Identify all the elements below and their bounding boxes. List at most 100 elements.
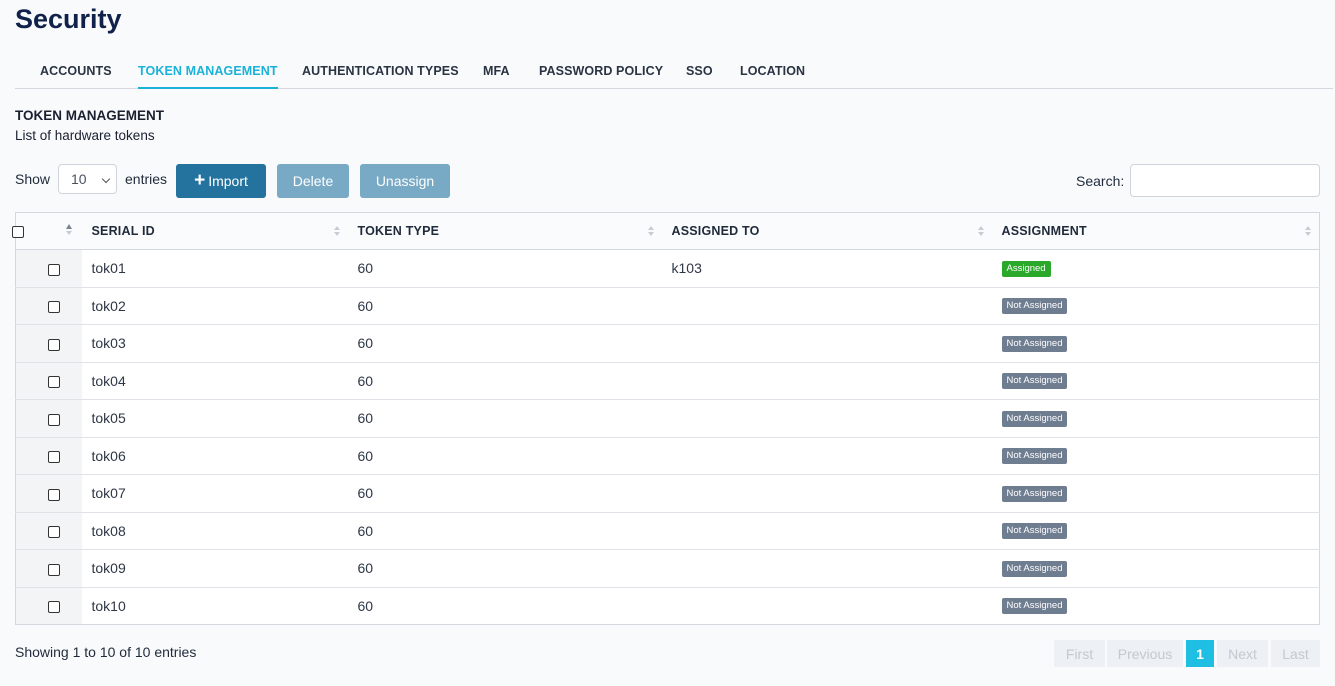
- row-checkbox[interactable]: [47, 563, 60, 576]
- table-info-text: Showing 1 to 10 of 10 entries: [15, 644, 197, 660]
- serial-id-cell: tok02: [81, 287, 348, 325]
- column-label: ASSIGNMENT: [1001, 224, 1087, 238]
- select-all-header[interactable]: [12, 212, 82, 250]
- sort-icon[interactable]: [647, 226, 656, 238]
- chevron-down-icon: [101, 174, 111, 184]
- assigned-to-cell: [661, 474, 992, 513]
- serial-id-cell: tok07: [81, 474, 348, 513]
- import-button-label: Import: [208, 173, 248, 189]
- token-type-cell: 60: [347, 512, 662, 550]
- table-row[interactable]: tok09 60 Not Assigned: [15, 549, 1320, 588]
- page-title: Security: [15, 4, 122, 34]
- table-row[interactable]: tok06 60 Not Assigned: [15, 437, 1320, 475]
- row-select-cell: [15, 549, 82, 588]
- pagination-last-button[interactable]: Last: [1271, 640, 1320, 667]
- tab-sso[interactable]: SSO: [686, 64, 713, 89]
- token-type-cell: 60: [347, 324, 662, 363]
- assignment-cell: Not Assigned: [991, 399, 1320, 438]
- table-row[interactable]: tok08 60 Not Assigned: [15, 512, 1320, 550]
- serial-id-cell: tok09: [81, 549, 348, 588]
- pagination-first-button[interactable]: First: [1054, 640, 1105, 667]
- sort-icon[interactable]: [333, 226, 342, 238]
- pagination-previous-button[interactable]: Previous: [1107, 640, 1183, 667]
- sort-icon[interactable]: [1305, 226, 1313, 238]
- row-select-cell: [15, 324, 82, 363]
- status-badge: Assigned: [1001, 260, 1051, 277]
- status-badge: Not Assigned: [1001, 560, 1068, 577]
- status-badge: Not Assigned: [1001, 485, 1068, 502]
- serial-id-cell: tok05: [81, 399, 348, 438]
- row-checkbox[interactable]: [47, 488, 60, 501]
- token-type-cell: 60: [347, 437, 662, 475]
- row-checkbox[interactable]: [47, 376, 60, 389]
- tab-authentication-types[interactable]: AUTHENTICATION TYPES: [302, 64, 459, 89]
- row-select-cell: [15, 249, 82, 288]
- assignment-cell: Not Assigned: [991, 324, 1320, 363]
- search-input[interactable]: [1130, 164, 1320, 197]
- assignment-cell: Not Assigned: [991, 474, 1320, 513]
- tab-token-management[interactable]: TOKEN MANAGEMENT: [138, 64, 278, 89]
- column-header-assigned-to[interactable]: ASSIGNED TO: [661, 212, 992, 250]
- token-type-cell: 60: [357, 597, 374, 614]
- pagination-page-1[interactable]: 1: [1186, 640, 1214, 667]
- status-badge: Not Assigned: [1001, 448, 1068, 465]
- plus-icon: +: [194, 169, 206, 191]
- status-badge: Not Assigned: [1001, 523, 1068, 540]
- tab-mfa[interactable]: MFA: [483, 64, 510, 89]
- entries-per-page-select[interactable]: 10: [58, 164, 117, 194]
- sort-icon[interactable]: [977, 226, 986, 238]
- status-badge: Not Assigned: [1001, 598, 1068, 615]
- serial-id-cell: tok10: [91, 597, 126, 614]
- assigned-to-cell: [661, 324, 992, 363]
- column-header-assignment[interactable]: ASSIGNMENT: [991, 212, 1320, 250]
- table-header-row: SERIAL ID TOKEN TYPE ASSIGNED TO ASSIGNM…: [12, 212, 1320, 250]
- token-type-cell: 60: [347, 549, 662, 588]
- tab-location[interactable]: LOCATION: [740, 64, 805, 89]
- select-all-checkbox[interactable]: [12, 225, 24, 238]
- pagination-next-button[interactable]: Next: [1217, 640, 1268, 667]
- assignment-cell: Not Assigned: [991, 437, 1320, 475]
- token-type-cell: 60: [347, 249, 662, 288]
- row-checkbox[interactable]: [47, 451, 60, 464]
- status-badge: Not Assigned: [1001, 298, 1068, 315]
- unassign-button[interactable]: Unassign: [360, 164, 450, 198]
- row-checkbox[interactable]: [47, 301, 60, 314]
- tab-bar: ACCOUNTS TOKEN MANAGEMENT AUTHENTICATION…: [15, 54, 1333, 89]
- assignment-cell: Not Assigned: [992, 587, 1320, 625]
- import-button[interactable]: + Import: [176, 164, 266, 198]
- column-header-serial-id[interactable]: SERIAL ID: [81, 212, 348, 250]
- serial-id-cell: tok04: [81, 362, 348, 400]
- table-row[interactable]: tok03 60 Not Assigned: [15, 324, 1320, 363]
- table-row[interactable]: tok02 60 Not Assigned: [15, 287, 1320, 325]
- table-row[interactable]: tok04 60 Not Assigned: [15, 362, 1320, 400]
- row-checkbox[interactable]: [47, 413, 60, 426]
- token-type-cell: 60: [347, 399, 662, 438]
- column-label: SERIAL ID: [91, 224, 155, 238]
- row-checkbox[interactable]: [47, 263, 60, 276]
- status-badge: Not Assigned: [1001, 373, 1068, 390]
- row-select-cell: [15, 512, 82, 550]
- tab-accounts[interactable]: ACCOUNTS: [40, 64, 112, 89]
- table-row[interactable]: tok07 60 Not Assigned: [15, 474, 1320, 513]
- assigned-to-cell: [661, 287, 992, 325]
- row-select-cell: [15, 399, 82, 438]
- token-type-cell: 60: [347, 474, 662, 513]
- table-row[interactable]: tok05 60 Not Assigned: [15, 399, 1320, 438]
- tab-password-policy[interactable]: PASSWORD POLICY: [539, 64, 663, 89]
- row-checkbox[interactable]: [47, 601, 60, 614]
- row-checkbox[interactable]: [47, 338, 60, 351]
- entries-label: entries: [125, 171, 168, 187]
- column-header-token-type[interactable]: TOKEN TYPE: [347, 212, 662, 250]
- row-select-cell: [15, 362, 82, 400]
- assigned-to-cell: [662, 587, 992, 625]
- row-checkbox[interactable]: [47, 526, 60, 539]
- unassign-button-label: Unassign: [375, 173, 435, 189]
- row-select-cell: [15, 474, 82, 513]
- status-badge: Not Assigned: [1001, 410, 1068, 427]
- table-row[interactable]: tok01 60 k103 Assigned: [15, 249, 1320, 288]
- sort-icon[interactable]: [65, 224, 74, 236]
- table-row[interactable]: tok10 60 Not Assigned: [15, 587, 1320, 625]
- assignment-cell: Not Assigned: [991, 549, 1320, 588]
- token-type-cell: 60: [347, 287, 662, 325]
- delete-button[interactable]: Delete: [277, 164, 349, 198]
